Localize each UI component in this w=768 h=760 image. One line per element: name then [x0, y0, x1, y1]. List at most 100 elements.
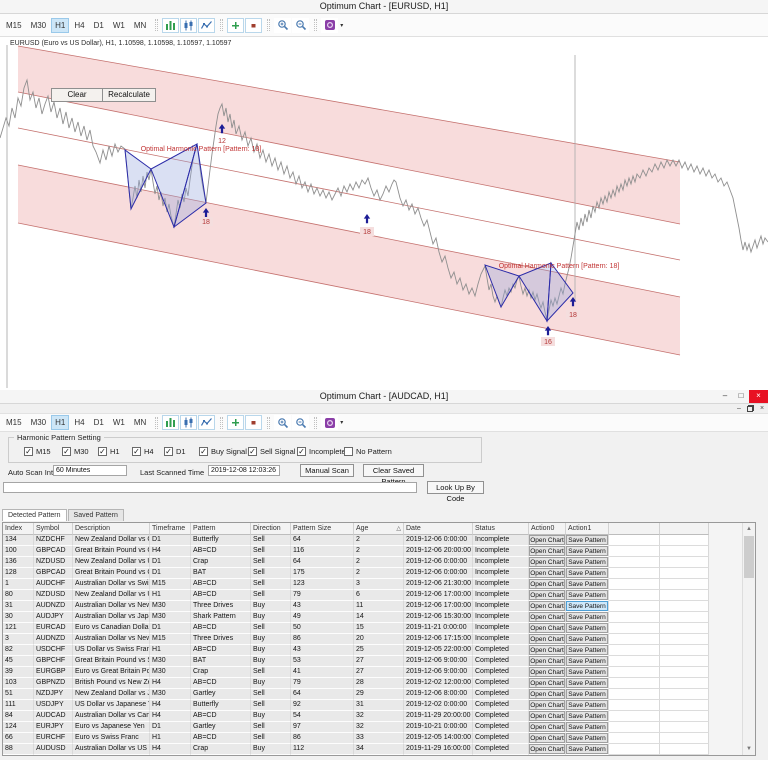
cell-pattern-size[interactable]: 49 [291, 612, 354, 623]
cell-description[interactable]: British Pound vs New Zeala.. [73, 678, 150, 689]
cell-direction[interactable]: Sell [251, 535, 291, 546]
checkbox-incomplete[interactable]: ✓ Incomplete [297, 447, 346, 456]
cell-direction[interactable]: Sell [251, 722, 291, 733]
save-pattern-button[interactable]: Save Pattern [566, 656, 608, 666]
cell-description[interactable]: Euro vs Swiss Franc [73, 733, 150, 744]
candlestick-icon[interactable] [180, 415, 198, 430]
column-header-empty[interactable] [609, 523, 660, 535]
add-icon[interactable] [227, 17, 245, 33]
timeframe-button-m30[interactable]: M30 [27, 415, 51, 430]
cell-status[interactable]: Completed [473, 667, 529, 678]
cell-timeframe[interactable]: M15 [150, 579, 191, 590]
column-header-empty[interactable] [660, 523, 709, 535]
save-pattern-button[interactable]: Save Pattern [566, 689, 608, 699]
cell-status[interactable]: Completed [473, 645, 529, 656]
timeframe-button-w1[interactable]: W1 [109, 415, 129, 430]
cell-index[interactable]: 100 [3, 546, 34, 557]
column-header-action0[interactable]: Action0 [529, 523, 566, 535]
open-chart-button[interactable]: Open Chart [529, 546, 565, 556]
cell-pattern-size[interactable]: 64 [291, 557, 354, 568]
column-header-age[interactable]: Age △ [354, 523, 404, 535]
cell-description[interactable]: Euro vs Canadian Dollar [73, 623, 150, 634]
cell-status[interactable]: Completed [473, 744, 529, 755]
save-pattern-button[interactable]: Save Pattern [566, 612, 608, 622]
scroll-down-icon[interactable]: ▼ [743, 743, 755, 755]
cell-direction[interactable]: Sell [251, 667, 291, 678]
cell-symbol[interactable]: NZDCHF [34, 535, 73, 546]
timeframe-button-h4[interactable]: H4 [70, 18, 88, 33]
cell-direction[interactable]: Buy [251, 678, 291, 689]
cell-symbol[interactable]: GBPNZD [34, 678, 73, 689]
cell-timeframe[interactable]: H4 [150, 744, 191, 755]
open-chart-button[interactable]: Open Chart [529, 590, 565, 600]
timeframe-button-h1[interactable]: H1 [51, 415, 70, 430]
cell-index[interactable]: 3 [3, 634, 34, 645]
chevron-down-icon[interactable]: ▾ [340, 419, 343, 426]
zoom-out-icon[interactable] [292, 415, 310, 430]
checkbox-sell-signal[interactable]: ✓ Sell Signal [248, 447, 295, 456]
open-chart-button[interactable]: Open Chart [529, 557, 565, 567]
checkbox-no-pattern[interactable]: No Pattern [344, 447, 392, 456]
cell-direction[interactable]: Sell [251, 689, 291, 700]
save-pattern-button[interactable]: Save Pattern [566, 667, 608, 677]
checkbox-box[interactable] [344, 447, 353, 456]
cell-status[interactable]: Completed [473, 733, 529, 744]
open-chart-button[interactable]: Open Chart [529, 711, 565, 721]
cell-index[interactable]: 124 [3, 722, 34, 733]
cell-pattern-size[interactable]: 123 [291, 579, 354, 590]
cell-description[interactable]: US Dollar vs Swiss Franc [73, 645, 150, 656]
save-pattern-button[interactable]: Save Pattern [566, 623, 608, 633]
cell-index[interactable]: 84 [3, 711, 34, 722]
column-header-action1[interactable]: Action1 [566, 523, 609, 535]
cell-symbol[interactable]: GBPCAD [34, 568, 73, 579]
tab-detected-pattern[interactable]: Detected Pattern [2, 509, 67, 521]
cell-pattern-size[interactable]: 112 [291, 744, 354, 755]
cell-description[interactable]: New Zealand Dollar vs US .. [73, 590, 150, 601]
cell-direction[interactable]: Sell [251, 623, 291, 634]
column-header-index[interactable]: Index [3, 523, 34, 535]
timeframe-button-m15[interactable]: M15 [2, 415, 26, 430]
candlestick-icon[interactable] [180, 17, 198, 33]
cell-age[interactable]: 3 [354, 579, 404, 590]
remove-icon[interactable] [245, 17, 263, 33]
cell-direction[interactable]: Sell [251, 579, 291, 590]
cell-description[interactable]: US Dollar vs Japanese Yen [73, 700, 150, 711]
cell-symbol[interactable]: NZDUSD [34, 557, 73, 568]
checkbox-d1[interactable]: ✓ D1 [164, 447, 186, 456]
save-pattern-button[interactable]: Save Pattern [566, 535, 608, 545]
cell-symbol[interactable]: USDCHF [34, 645, 73, 656]
cell-status[interactable]: Completed [473, 689, 529, 700]
column-header-direction[interactable]: Direction [251, 523, 291, 535]
cell-pattern-size[interactable]: 53 [291, 656, 354, 667]
lookup-by-code-button[interactable]: Look Up By Code [427, 481, 484, 503]
cell-symbol[interactable]: AUDNZD [34, 601, 73, 612]
cell-pattern-size[interactable]: 79 [291, 590, 354, 601]
cell-index[interactable]: 88 [3, 744, 34, 755]
cell-date[interactable]: 2019-11-29 20:00:00 [404, 711, 473, 722]
cell-symbol[interactable]: EURCHF [34, 733, 73, 744]
cell-date[interactable]: 2019-12-06 21:30:00 [404, 579, 473, 590]
cell-direction[interactable]: Sell [251, 557, 291, 568]
settings-icon[interactable] [321, 415, 339, 430]
save-pattern-button[interactable]: Save Pattern [566, 579, 608, 589]
cell-symbol[interactable]: GBPCAD [34, 546, 73, 557]
timeframe-button-d1[interactable]: D1 [90, 415, 108, 430]
cell-pattern[interactable]: AB=CD [191, 590, 251, 601]
cell-pattern[interactable]: Crap [191, 744, 251, 755]
cell-pattern-size[interactable]: 64 [291, 689, 354, 700]
vertical-scrollbar[interactable]: ▲ ▼ [742, 523, 755, 755]
column-header-symbol[interactable]: Symbol [34, 523, 73, 535]
checkbox-box[interactable]: ✓ [199, 447, 208, 456]
cell-direction[interactable]: Sell [251, 700, 291, 711]
cell-date[interactable]: 2019-10-21 0:00:00 [404, 722, 473, 733]
cell-pattern[interactable]: AB=CD [191, 623, 251, 634]
cell-date[interactable]: 2019-12-06 0:00:00 [404, 568, 473, 579]
cell-index[interactable]: 51 [3, 689, 34, 700]
cell-direction[interactable]: Buy [251, 634, 291, 645]
cell-pattern[interactable]: Three Drives [191, 601, 251, 612]
save-pattern-button[interactable]: Save Pattern [566, 711, 608, 721]
open-chart-button[interactable]: Open Chart [529, 700, 565, 710]
cell-pattern[interactable]: AB=CD [191, 579, 251, 590]
column-header-description[interactable]: Description [73, 523, 150, 535]
cell-symbol[interactable]: AUDUSD [34, 744, 73, 755]
